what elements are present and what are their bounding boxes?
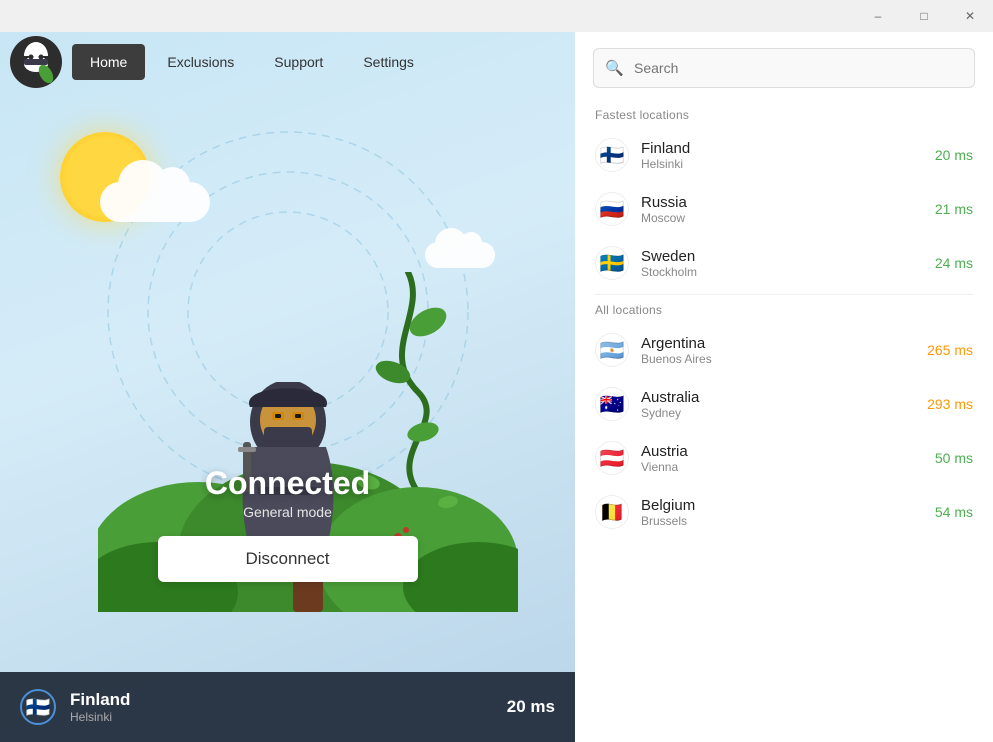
search-box: 🔍	[593, 48, 975, 88]
search-icon: 🔍	[605, 59, 624, 77]
location-item[interactable]: 🇦🇺 Australia Sydney 293 ms	[575, 377, 993, 431]
location-item[interactable]: 🇦🇹 Austria Vienna 50 ms	[575, 431, 993, 485]
location-names: Belgium Brussels	[641, 497, 935, 528]
location-city: Moscow	[641, 211, 935, 225]
fastest-locations-list: 🇫🇮 Finland Helsinki 20 ms 🇷🇺 Russia Mosc…	[575, 128, 993, 290]
home-nav-button[interactable]: Home	[72, 44, 145, 80]
location-flag: 🇧🇪	[595, 495, 629, 529]
exclusions-nav-button[interactable]: Exclusions	[149, 44, 252, 80]
location-country: Finland	[641, 140, 935, 157]
connected-city: Finland	[70, 690, 507, 710]
location-city: Sydney	[641, 406, 927, 420]
title-bar: – □ ✕	[0, 0, 993, 32]
location-ping: 265 ms	[927, 342, 973, 358]
location-ping: 54 ms	[935, 504, 973, 520]
hero-panel: Connected General mode Disconnect 🇫🇮 Fin…	[0, 32, 575, 742]
location-names: Sweden Stockholm	[641, 248, 935, 279]
location-flag: 🇷🇺	[595, 192, 629, 226]
location-country: Sweden	[641, 248, 935, 265]
location-city: Brussels	[641, 514, 935, 528]
location-ping: 293 ms	[927, 396, 973, 412]
cloud-decoration-2	[425, 242, 495, 268]
location-city: Vienna	[641, 460, 935, 474]
connected-country-flag: 🇫🇮	[20, 689, 56, 725]
location-country: Russia	[641, 194, 935, 211]
location-ping: 24 ms	[935, 255, 973, 271]
location-country: Belgium	[641, 497, 935, 514]
cloud-decoration-1	[100, 182, 210, 222]
minimize-button[interactable]: –	[855, 0, 901, 32]
connected-location: Finland Helsinki	[70, 690, 507, 724]
location-country: Austria	[641, 443, 935, 460]
location-flag: 🇦🇷	[595, 333, 629, 367]
connected-country: Helsinki	[70, 710, 507, 724]
location-ping: 21 ms	[935, 201, 973, 217]
location-item[interactable]: 🇫🇮 Finland Helsinki 20 ms	[575, 128, 993, 182]
all-locations-list: 🇦🇷 Argentina Buenos Aires 265 ms 🇦🇺 Aust…	[575, 323, 993, 539]
location-names: Austria Vienna	[641, 443, 935, 474]
locations-panel: 🔍 Fastest locations 🇫🇮 Finland Helsinki …	[575, 32, 993, 742]
support-nav-button[interactable]: Support	[256, 44, 341, 80]
connection-status-text: Connected	[138, 465, 438, 502]
location-flag: 🇸🇪	[595, 246, 629, 280]
location-flag: 🇦🇺	[595, 387, 629, 421]
connection-mode-text: General mode	[138, 504, 438, 520]
bottom-status-bar: 🇫🇮 Finland Helsinki 20 ms	[0, 672, 575, 742]
connected-ping: 20 ms	[507, 697, 555, 717]
location-names: Russia Moscow	[641, 194, 935, 225]
disconnect-button[interactable]: Disconnect	[158, 536, 418, 582]
location-item[interactable]: 🇦🇷 Argentina Buenos Aires 265 ms	[575, 323, 993, 377]
all-locations-header: All locations	[575, 299, 993, 323]
location-city: Stockholm	[641, 265, 935, 279]
location-names: Finland Helsinki	[641, 140, 935, 171]
fastest-locations-header: Fastest locations	[575, 104, 993, 128]
location-ping: 20 ms	[935, 147, 973, 163]
location-ping: 50 ms	[935, 450, 973, 466]
connection-status-area: Connected General mode Disconnect	[138, 465, 438, 582]
location-item[interactable]: 🇧🇪 Belgium Brussels 54 ms	[575, 485, 993, 539]
location-item[interactable]: 🇸🇪 Sweden Stockholm 24 ms	[575, 236, 993, 290]
location-country: Argentina	[641, 335, 927, 352]
location-country: Australia	[641, 389, 927, 406]
location-flag: 🇦🇹	[595, 441, 629, 475]
maximize-button[interactable]: □	[901, 0, 947, 32]
search-input[interactable]	[593, 48, 975, 88]
location-city: Buenos Aires	[641, 352, 927, 366]
location-names: Argentina Buenos Aires	[641, 335, 927, 366]
location-item[interactable]: 🇷🇺 Russia Moscow 21 ms	[575, 182, 993, 236]
location-city: Helsinki	[641, 157, 935, 171]
app-logo	[10, 36, 62, 88]
settings-nav-button[interactable]: Settings	[345, 44, 432, 80]
close-button[interactable]: ✕	[947, 0, 993, 32]
location-flag: 🇫🇮	[595, 138, 629, 172]
section-divider	[595, 294, 973, 295]
navigation: Home Exclusions Support Settings	[0, 32, 575, 92]
location-names: Australia Sydney	[641, 389, 927, 420]
